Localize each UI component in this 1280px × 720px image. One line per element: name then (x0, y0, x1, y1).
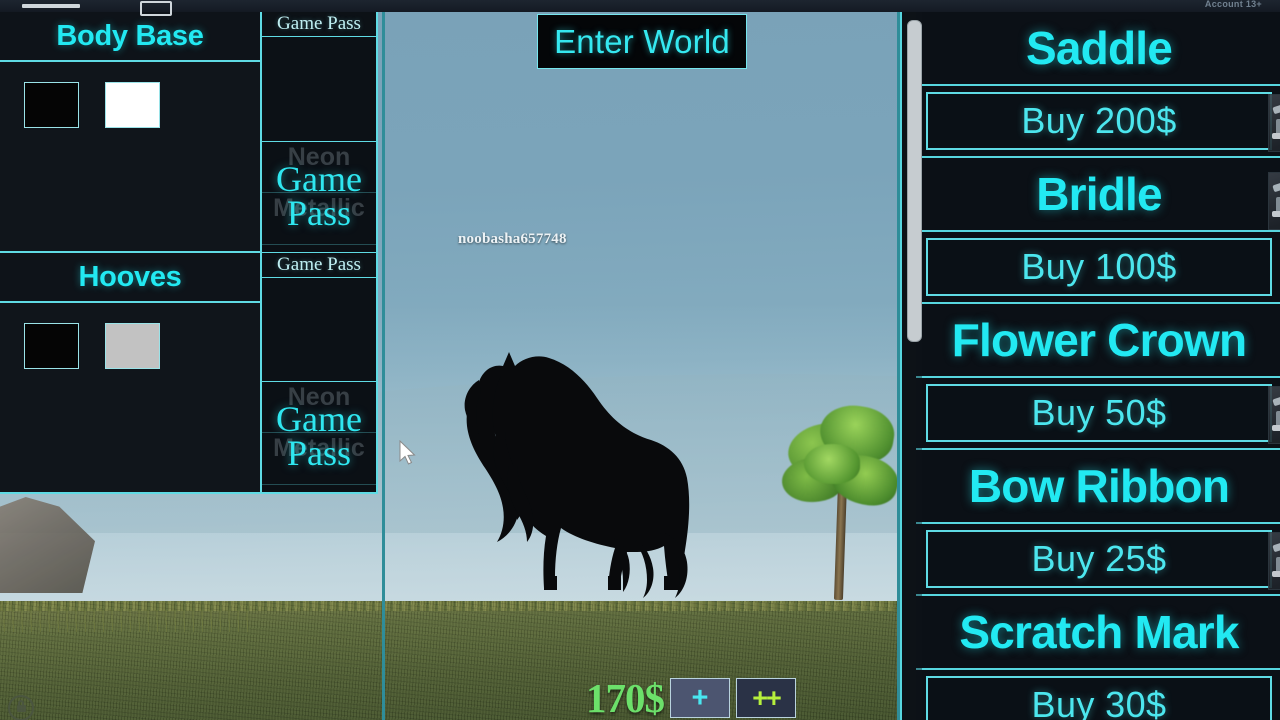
ghost-label-metallic: Metallic (273, 434, 365, 462)
shop-buy-row-bridle: Buy 100$ (916, 232, 1280, 304)
shop-item-label: Saddle (1025, 22, 1173, 74)
tree-trunk (833, 481, 848, 601)
gamepass-column: Game Pass Neon Metallic Game Pass Game P… (262, 12, 376, 492)
section-header-hooves: Hooves (0, 253, 260, 303)
add-currency-button[interactable]: + (670, 678, 730, 718)
divider (262, 243, 376, 245)
buy-button-label: Buy 50$ (1031, 392, 1167, 433)
add-currency-bulk-button[interactable]: ++ (736, 678, 796, 718)
item-preview-bow-ribbon (1268, 532, 1280, 590)
item-preview-bridle (1268, 172, 1280, 230)
window-box-icon[interactable] (140, 1, 172, 16)
add-currency-label: + (691, 681, 709, 714)
game-screen: noobasha657748 Account 13+ version 4 Ent… (0, 0, 1280, 720)
shop-item-name-scratch-mark: Scratch Mark (916, 596, 1280, 670)
customization-sections: Body Base Hooves (0, 12, 262, 492)
roblox-top-bar: Account 13+ (0, 0, 1280, 16)
lock-icon[interactable] (8, 695, 34, 720)
grass-tufts (0, 610, 250, 632)
buy-button-label: Buy 100$ (1021, 246, 1177, 287)
color-swatch-gray[interactable] (105, 323, 160, 369)
buy-button-scratch-mark[interactable]: Buy 30$ (926, 676, 1272, 720)
account-age-label: Account 13+ (1204, 0, 1262, 9)
buy-button-flower-crown[interactable]: Buy 50$ (926, 384, 1272, 442)
item-preview-flower-crown (1268, 386, 1280, 444)
color-swatch-black[interactable] (24, 82, 79, 128)
shop-item-name-bow-ribbon: Bow Ribbon (916, 450, 1280, 524)
shop-scrollbar-thumb[interactable] (907, 20, 922, 342)
horse-avatar[interactable] (445, 336, 775, 626)
enter-world-button[interactable]: Enter World (537, 14, 747, 69)
buy-button-bow-ribbon[interactable]: Buy 25$ (926, 530, 1272, 588)
lock-glyph (16, 699, 26, 712)
gamepass-empty-slot (262, 37, 376, 142)
color-swatch-white[interactable] (105, 82, 160, 128)
enter-world-label: Enter World (554, 22, 730, 60)
player-name-label: noobasha657748 (458, 231, 567, 247)
tree-foliage (804, 444, 860, 484)
shop-item-label: Bridle (1036, 168, 1162, 220)
buy-button-label: Buy 25$ (1031, 538, 1167, 579)
shop-buy-row-bow-ribbon: Buy 25$ (916, 524, 1280, 596)
divider (262, 191, 376, 193)
gamepass-small-label-body-base: Game Pass (262, 12, 376, 37)
currency-bar: 170$ + ++ (586, 675, 796, 720)
shop-item-name-bridle: Bridle (916, 158, 1280, 232)
gamepass-empty-slot (262, 277, 376, 382)
ghost-label-metallic: Metallic (273, 193, 365, 222)
shop-item-label: Bow Ribbon (968, 460, 1230, 512)
swatch-area-hooves (0, 303, 260, 492)
shop-buy-row-saddle: Buy 200$ (916, 86, 1280, 158)
shop-item-name-saddle: Saddle (916, 12, 1280, 86)
section-title-label: Hooves (78, 260, 182, 293)
cash-amount-label: 170$ (586, 675, 665, 720)
ghost-label-neon: Neon (287, 383, 351, 411)
gamepass-locked-options-body-base[interactable]: Neon Metallic Game Pass (262, 141, 376, 253)
shop-item-list: Saddle Buy 200$ Bridle Buy 100$ Flower C… (916, 12, 1280, 720)
menu-bar-icon[interactable] (22, 4, 80, 8)
swatch-area-body-base (0, 62, 260, 253)
tree (778, 400, 903, 601)
gamepass-label-text: Game Pass (277, 253, 361, 275)
shop-panel: Saddle Buy 200$ Bridle Buy 100$ Flower C… (900, 10, 1280, 720)
buy-button-label: Buy 200$ (1021, 100, 1177, 141)
section-header-body-base: Body Base (0, 12, 260, 62)
shop-item-label: Scratch Mark (959, 606, 1239, 658)
add-currency-bulk-label: ++ (752, 682, 782, 713)
buy-button-saddle[interactable]: Buy 200$ (926, 92, 1272, 150)
gamepass-locked-options-hooves[interactable]: Neon Metallic Game Pass (262, 382, 376, 492)
shop-scrollbar[interactable] (904, 12, 922, 720)
divider (262, 432, 376, 433)
shop-buy-row-flower-crown: Buy 50$ (916, 378, 1280, 450)
color-swatch-black[interactable] (24, 323, 79, 369)
shop-buy-row-scratch-mark: Buy 30$ (916, 670, 1280, 720)
buy-button-bridle[interactable]: Buy 100$ (926, 238, 1272, 296)
shop-item-label: Flower Crown (951, 314, 1247, 366)
customization-panel: Body Base Hooves Game Pass Neon Metallic… (0, 12, 378, 494)
section-title-label: Body Base (56, 19, 204, 52)
buy-button-label: Buy 30$ (1031, 684, 1167, 720)
gamepass-label-text: Game Pass (277, 13, 361, 34)
gamepass-small-label-hooves: Game Pass (262, 252, 376, 278)
ghost-label-neon: Neon (287, 142, 351, 171)
shop-item-name-flower-crown: Flower Crown (916, 304, 1280, 378)
divider (262, 484, 376, 485)
item-preview-saddle (1268, 94, 1280, 152)
